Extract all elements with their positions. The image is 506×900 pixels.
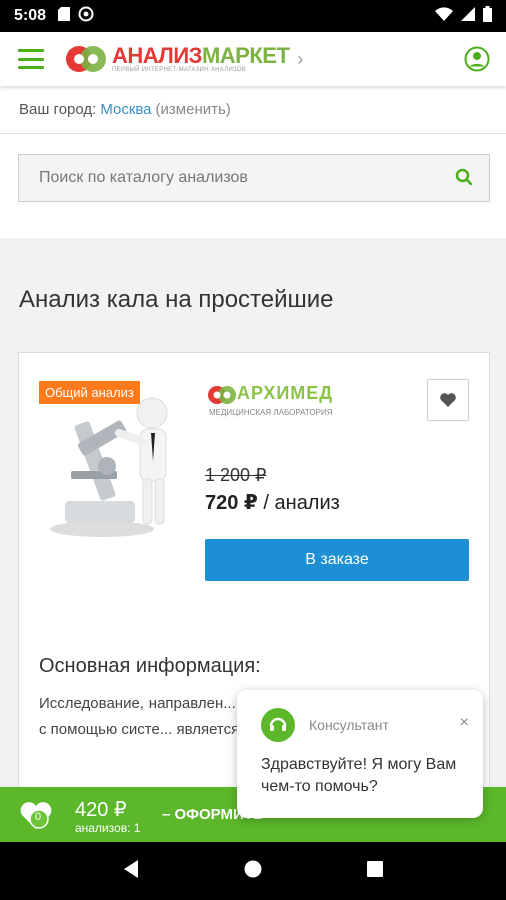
- recents-icon[interactable]: [366, 860, 384, 883]
- change-city-link[interactable]: (изменить): [156, 101, 231, 118]
- app-header: АНАЛИЗМАРКЕТ ПЕРВЫЙ ИНТЕРНЕТ-МАГАЗИН АНА…: [0, 32, 506, 86]
- heart-icon: [440, 393, 456, 407]
- lab-subtitle: МЕДИЦИНСКАЯ ЛАБОРАТОРИЯ: [209, 408, 333, 417]
- logo[interactable]: АНАЛИЗМАРКЕТ ПЕРВЫЙ ИНТЕРНЕТ-МАГАЗИН АНА…: [64, 44, 303, 74]
- lab-logo: АРХИМЕД МЕДИЦИНСКАЯ ЛАБОРАТОРИЯ: [207, 381, 347, 424]
- price-value: 720 ₽: [205, 492, 258, 514]
- product-image: [47, 381, 177, 541]
- home-icon[interactable]: [243, 859, 263, 884]
- back-icon[interactable]: [122, 859, 140, 884]
- chevron-right-icon: ›: [297, 48, 304, 69]
- search-section: Поиск по каталогу анализов: [0, 134, 506, 238]
- info-title: Основная информация:: [39, 655, 261, 677]
- logo-text-green: МАРКЕТ: [201, 43, 290, 68]
- data-saver-icon: [78, 6, 94, 27]
- lab-name: АРХИМЕД: [237, 383, 334, 403]
- logo-circles-icon: [66, 46, 106, 72]
- search-input[interactable]: Поиск по каталогу анализов: [18, 154, 490, 202]
- logo-text-red: АНАЛИЗ: [112, 43, 202, 68]
- city-link[interactable]: Москва: [100, 101, 151, 118]
- search-icon[interactable]: [455, 168, 473, 191]
- chat-popup[interactable]: Консультант × Здравствуйте! Я могу Вам ч…: [237, 690, 483, 818]
- cart-count-badge: 0: [35, 811, 42, 823]
- current-price: 720 ₽ / анализ: [205, 490, 340, 515]
- wifi-icon: [435, 6, 453, 26]
- cart-heart-icon[interactable]: 0: [18, 799, 54, 836]
- close-icon[interactable]: ×: [460, 714, 469, 732]
- search-placeholder: Поиск по каталогу анализов: [39, 169, 248, 186]
- price-unit: / анализ: [263, 492, 340, 514]
- cart-total: 420 ₽: [75, 799, 127, 821]
- system-nav-bar: [0, 842, 506, 900]
- battery-icon: [483, 5, 492, 27]
- status-bar: 5:08: [0, 0, 506, 32]
- sd-card-icon: [58, 6, 71, 26]
- city-label: Ваш город:: [19, 101, 97, 118]
- in-order-button[interactable]: В заказе: [205, 539, 469, 581]
- menu-icon[interactable]: [18, 49, 44, 69]
- chat-message: Здравствуйте! Я могу Вам чем-то помочь?: [261, 756, 457, 795]
- user-icon[interactable]: [464, 46, 490, 77]
- headset-icon: [261, 708, 295, 742]
- favorite-button[interactable]: [427, 379, 469, 421]
- chat-agent-name: Консультант: [309, 717, 389, 733]
- logo-subtitle: ПЕРВЫЙ ИНТЕРНЕТ-МАГАЗИН АНАЛИЗОВ: [112, 67, 247, 73]
- category-badge: Общий анализ: [39, 381, 140, 404]
- page-title: Анализ кала на простейшие: [19, 286, 334, 313]
- old-price: 1 200 ₽: [205, 465, 267, 485]
- signal-icon: [461, 6, 475, 26]
- status-time: 5:08: [14, 7, 47, 24]
- city-selector: Ваш город: Москва (изменить): [0, 86, 506, 134]
- cart-item-count: анализов: 1: [75, 821, 141, 835]
